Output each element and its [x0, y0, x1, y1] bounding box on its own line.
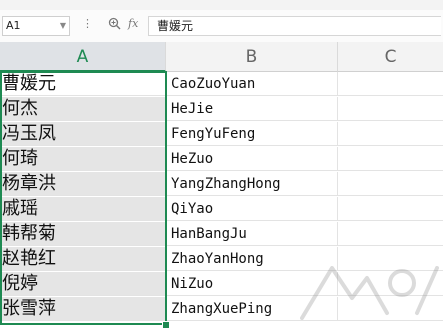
cell-b[interactable]: QiYao: [166, 197, 338, 221]
table-row: 何杰 HeJie: [0, 97, 443, 121]
cell-b[interactable]: YangZhangHong: [166, 172, 338, 196]
cell-c[interactable]: [338, 147, 443, 171]
name-box-value: A1: [6, 19, 21, 32]
cell-b[interactable]: FengYuFeng: [166, 122, 338, 146]
cell-c[interactable]: [338, 222, 443, 246]
cell-b[interactable]: CaoZuoYuan: [166, 72, 338, 96]
table-row: 冯玉凤 FengYuFeng: [0, 122, 443, 146]
cell-c[interactable]: [338, 122, 443, 146]
cell-a[interactable]: 曹媛元: [0, 72, 166, 96]
cell-c[interactable]: [338, 272, 443, 296]
table-row: 曹媛元 CaoZuoYuan: [0, 72, 443, 96]
vertical-dots-icon: ⋮: [82, 17, 93, 30]
name-box[interactable]: A1 ▼: [2, 16, 70, 36]
cell-c[interactable]: [338, 172, 443, 196]
cell-b[interactable]: ZhaoYanHong: [166, 247, 338, 271]
table-row: 倪婷 NiZuo: [0, 272, 443, 296]
table-row: 戚瑶 QiYao: [0, 197, 443, 221]
formula-value: 曹媛元: [157, 19, 194, 33]
fx-function-icon[interactable]: fx: [128, 17, 138, 30]
formula-bar: A1 ▼ ⋮ fx 曹媛元: [0, 10, 443, 43]
cell-a[interactable]: 赵艳红: [0, 247, 166, 271]
column-header-c[interactable]: C: [338, 42, 443, 72]
table-row: 韩帮菊 HanBangJu: [0, 222, 443, 246]
column-header-a[interactable]: A: [0, 42, 166, 72]
cell-a[interactable]: 戚瑶: [0, 197, 166, 221]
cell-a[interactable]: 张雪萍: [0, 297, 166, 321]
formula-input[interactable]: 曹媛元: [148, 16, 441, 36]
cell-a[interactable]: 韩帮菊: [0, 222, 166, 246]
cell-b[interactable]: HeJie: [166, 97, 338, 121]
cell-b[interactable]: HeZuo: [166, 147, 338, 171]
cell-b[interactable]: ZhangXuePing: [166, 297, 338, 321]
table-row: 张雪萍 ZhangXuePing: [0, 297, 443, 321]
table-row: 何琦 HeZuo: [0, 147, 443, 171]
cell-a[interactable]: 杨章洪: [0, 172, 166, 196]
cell-b[interactable]: NiZuo: [166, 272, 338, 296]
fill-handle[interactable]: [162, 321, 170, 329]
spreadsheet-grid: A B C 曹媛元 CaoZuoYuan 何杰 HeJie 冯玉凤 FengYu…: [0, 42, 443, 330]
cell-b[interactable]: HanBangJu: [166, 222, 338, 246]
cell-c[interactable]: [338, 97, 443, 121]
magnifier-zoom-icon[interactable]: [108, 17, 121, 30]
column-header-b[interactable]: B: [166, 42, 338, 72]
table-row: 赵艳红 ZhaoYanHong: [0, 247, 443, 271]
cell-a[interactable]: 冯玉凤: [0, 122, 166, 146]
cell-c[interactable]: [338, 297, 443, 321]
table-row: 杨章洪 YangZhangHong: [0, 172, 443, 196]
cell-c[interactable]: [338, 247, 443, 271]
chevron-down-icon[interactable]: ▼: [60, 17, 66, 35]
cell-a[interactable]: 倪婷: [0, 272, 166, 296]
cell-a[interactable]: 何琦: [0, 147, 166, 171]
cell-c[interactable]: [338, 197, 443, 221]
cell-c[interactable]: [338, 72, 443, 96]
cell-a[interactable]: 何杰: [0, 97, 166, 121]
